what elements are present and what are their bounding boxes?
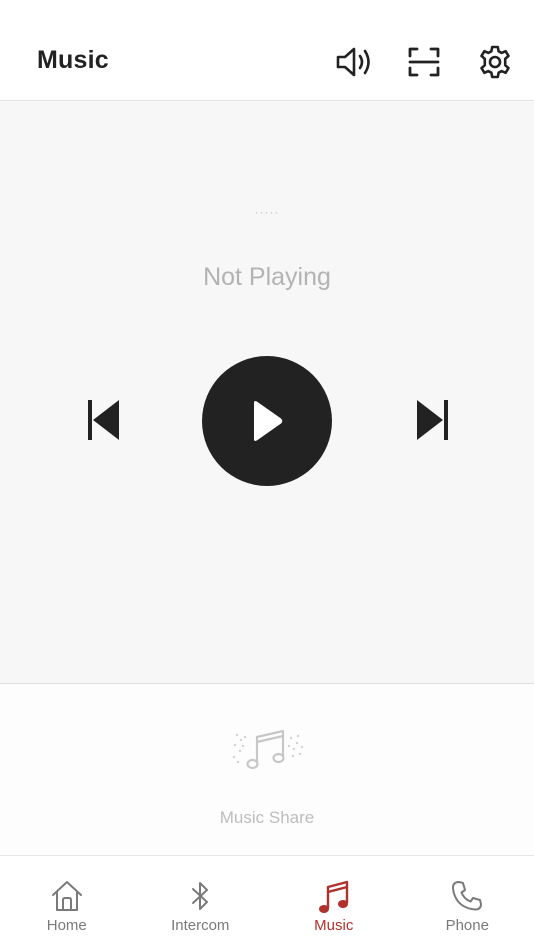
volume-button[interactable] bbox=[332, 40, 376, 84]
bluetooth-icon bbox=[192, 882, 209, 910]
scan-button[interactable] bbox=[402, 40, 446, 84]
home-icon bbox=[51, 881, 82, 911]
tab-music-label: Music bbox=[314, 917, 354, 934]
tab-phone[interactable]: Phone bbox=[401, 857, 534, 950]
tab-home-label: Home bbox=[46, 917, 87, 934]
tab-intercom-label: Intercom bbox=[171, 917, 230, 934]
music-share-icon[interactable] bbox=[231, 727, 305, 773]
volume-icon bbox=[336, 47, 370, 77]
page-title: Music bbox=[37, 46, 109, 74]
play-button[interactable] bbox=[202, 356, 332, 486]
music-screen: Music ····· Not Playing Music Share Home… bbox=[0, 0, 534, 950]
scan-icon bbox=[408, 47, 440, 77]
gear-icon bbox=[480, 45, 510, 79]
music-share-label[interactable]: Music Share bbox=[0, 808, 534, 828]
music-note-icon bbox=[318, 880, 348, 913]
next-track-icon bbox=[417, 400, 448, 440]
tab-home[interactable]: Home bbox=[0, 857, 134, 950]
tab-phone-label: Phone bbox=[445, 917, 489, 934]
track-title: ····· bbox=[254, 205, 280, 219]
tab-music[interactable]: Music bbox=[267, 857, 401, 950]
tab-intercom[interactable]: Intercom bbox=[134, 857, 268, 950]
phone-icon bbox=[452, 881, 483, 911]
play-icon bbox=[254, 401, 283, 441]
settings-button[interactable] bbox=[473, 40, 517, 84]
playback-status: Not Playing bbox=[203, 263, 331, 291]
previous-track-button[interactable] bbox=[80, 397, 126, 443]
player-panel: ····· Not Playing bbox=[0, 101, 534, 684]
next-track-button[interactable] bbox=[410, 397, 456, 443]
top-bar: Music bbox=[0, 0, 534, 101]
previous-track-icon bbox=[88, 400, 119, 440]
tab-bar: Home Intercom Music Phone bbox=[0, 857, 534, 950]
music-share-panel: Music Share bbox=[0, 685, 534, 856]
